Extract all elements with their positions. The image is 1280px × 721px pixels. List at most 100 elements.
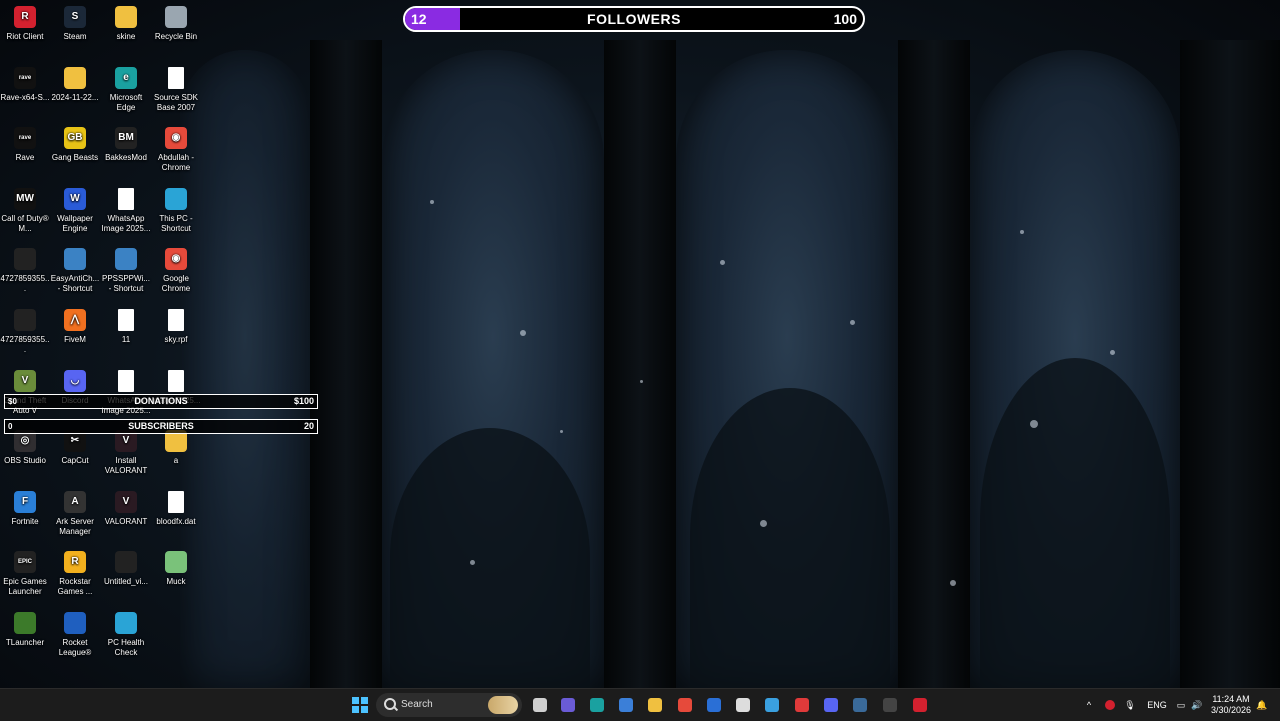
desktop-icon[interactable]: EasyAntiCh... - Shortcut — [50, 248, 100, 294]
microphone-icon[interactable]: 🎙 — [1122, 689, 1138, 721]
network-icon[interactable]: ▭ — [1174, 689, 1188, 721]
desktop-icon[interactable]: WhatsApp Image 2025... — [101, 187, 151, 234]
show-hidden-icons-chevron-icon[interactable]: ^ — [1082, 689, 1096, 721]
riot-tray-icon[interactable] — [1102, 689, 1118, 721]
desktop-icon[interactable]: skine — [101, 6, 151, 42]
desktop-icon-label: a — [173, 456, 179, 466]
folder-icon — [115, 6, 137, 28]
desktop-icon[interactable]: rave Rave — [0, 127, 50, 163]
desktop-icon[interactable]: ◎ OBS Studio — [0, 430, 50, 466]
desktop-icon-label: skine — [116, 32, 136, 41]
desktop-icon[interactable]: Untitled_vi... — [101, 551, 151, 587]
desktop-icon[interactable]: ◉ Abdullah - Chrome — [151, 127, 201, 173]
search-icon — [384, 698, 396, 710]
chrome-icon: ◉ — [165, 127, 187, 150]
image-file-icon — [168, 369, 184, 392]
taskbar-clock[interactable]: 11:24 AM 3/30/2026 — [1208, 694, 1254, 716]
desktop-icon[interactable]: F Fortnite — [0, 490, 50, 527]
riot-client-icon — [913, 698, 927, 712]
discord-icon: ◡ — [64, 369, 86, 392]
discord-icon[interactable] — [820, 694, 842, 716]
valorant-icon[interactable] — [791, 694, 813, 716]
desktop-icon[interactable]: V VALORANT — [101, 490, 151, 527]
desktop-icon[interactable]: MW Call of Duty® M... — [0, 187, 50, 234]
desktop-icon[interactable]: BM BakkesMod — [101, 127, 151, 163]
language-indicator[interactable]: ENG — [1146, 689, 1168, 721]
desktop-icon[interactable]: bloodfx.dat — [151, 490, 201, 527]
wallpaper-pillar — [898, 40, 970, 688]
desktop-icon[interactable]: TLauncher — [0, 612, 50, 648]
desktop-icon[interactable]: PPSSPPWi... - Shortcut — [101, 248, 151, 294]
snowflake — [1030, 420, 1038, 428]
desktop-icon-label: WhatsApp Image 2025... — [101, 213, 151, 233]
snowflake — [640, 380, 643, 383]
desktop-icon[interactable]: Recycle Bin — [151, 6, 201, 42]
copilot-icon[interactable] — [557, 694, 579, 716]
search-label: Search — [401, 699, 433, 710]
file-icon — [168, 490, 184, 513]
desktop-icon[interactable]: A Ark Server Manager — [50, 490, 100, 537]
followers-goal-bar: FOLLOWERS 12 100 — [403, 6, 865, 32]
desktop-icon[interactable]: e Microsoft Edge — [101, 66, 151, 113]
desktop-icon-label: FiveM — [64, 335, 86, 344]
folder-icon[interactable] — [644, 694, 666, 716]
desktop-icon-label: 2024-11-22... — [51, 92, 99, 102]
desktop-icon[interactable]: 2024-11-22... — [50, 66, 100, 103]
desktop-icon-label: TLauncher — [5, 638, 45, 647]
desktop-icon[interactable]: ⋀ FiveM — [50, 309, 100, 345]
chrome-icon[interactable] — [674, 694, 696, 716]
desktop-icon[interactable]: EPIC Epic Games Launcher — [0, 551, 50, 597]
desktop-icon[interactable]: rave Rave-x64-S... — [0, 66, 50, 103]
steam-icon — [853, 698, 867, 712]
obs-studio-icon[interactable] — [879, 694, 901, 716]
desktop-icon[interactable]: 11 — [101, 309, 151, 345]
call-of-duty-icon: MW — [14, 187, 36, 210]
obs-studio-icon — [883, 698, 897, 712]
desktop-icon[interactable]: GB Gang Beasts — [50, 127, 100, 163]
tlauncher-icon — [14, 612, 36, 634]
store-icon[interactable] — [615, 694, 637, 716]
wallpaper-pillar — [1180, 40, 1280, 688]
network-app-icon[interactable] — [761, 694, 783, 716]
desktop-icon[interactable]: ✂ CapCut — [50, 430, 100, 466]
riot-client-icon[interactable] — [909, 694, 931, 716]
steam-icon[interactable] — [849, 694, 871, 716]
desktop-icon[interactable]: R Rockstar Games ... — [50, 551, 100, 597]
riot-client-icon: R — [14, 6, 36, 28]
easyanticheat-icon — [64, 248, 86, 271]
task-view-icon[interactable] — [529, 694, 551, 716]
windows-start-icon[interactable] — [349, 694, 371, 716]
wallpaper-trees — [390, 428, 590, 688]
image-file-icon — [118, 187, 134, 210]
desktop-icon[interactable]: This PC - Shortcut — [151, 187, 201, 234]
steam-icon: S — [64, 6, 86, 28]
desktop-icon[interactable]: 4727859355... — [0, 309, 50, 355]
taskbar-search-box[interactable]: Search — [376, 693, 522, 717]
desktop-icon[interactable]: Source SDK Base 2007 — [151, 66, 201, 113]
desktop-icon[interactable]: 4727859355... — [0, 248, 50, 294]
capture-icon[interactable] — [732, 694, 754, 716]
desktop-icon[interactable]: W Wallpaper Engine — [50, 187, 100, 234]
mail-icon[interactable] — [703, 694, 725, 716]
desktop-icon[interactable]: PC Health Check — [101, 612, 151, 658]
wallpaper-pillar — [604, 40, 676, 688]
desktop-icon-label: Muck — [166, 577, 186, 587]
desktop-icon[interactable]: V Install VALORANT — [101, 430, 151, 476]
desktop-icon[interactable]: ◉ Google Chrome — [151, 248, 201, 294]
volume-icon[interactable]: 🔊 — [1190, 689, 1204, 721]
subscribers-goal-bar: 0 SUBSCRIBERS 20 — [4, 419, 318, 434]
desktop-icon-label: EasyAntiCh... - Shortcut — [50, 274, 100, 294]
edge-icon[interactable] — [586, 694, 608, 716]
network-app-icon — [765, 698, 779, 712]
desktop-icon[interactable]: a — [151, 430, 201, 466]
desktop-icon[interactable]: Muck — [151, 551, 201, 587]
desktop-icon[interactable]: R Riot Client — [0, 6, 50, 42]
desktop-icon[interactable]: Rocket League® — [50, 612, 100, 658]
desktop-icon[interactable]: sky.rpf — [151, 309, 201, 345]
followers-goal-target: 100 — [833, 11, 857, 27]
notification-bell-icon[interactable]: 🔔 — [1255, 689, 1269, 721]
edge-icon: e — [115, 66, 137, 89]
ppsspp-icon — [115, 248, 137, 271]
desktop-icon[interactable]: S Steam — [50, 6, 100, 42]
desktop-icon-label: 4727859355... — [0, 335, 50, 354]
